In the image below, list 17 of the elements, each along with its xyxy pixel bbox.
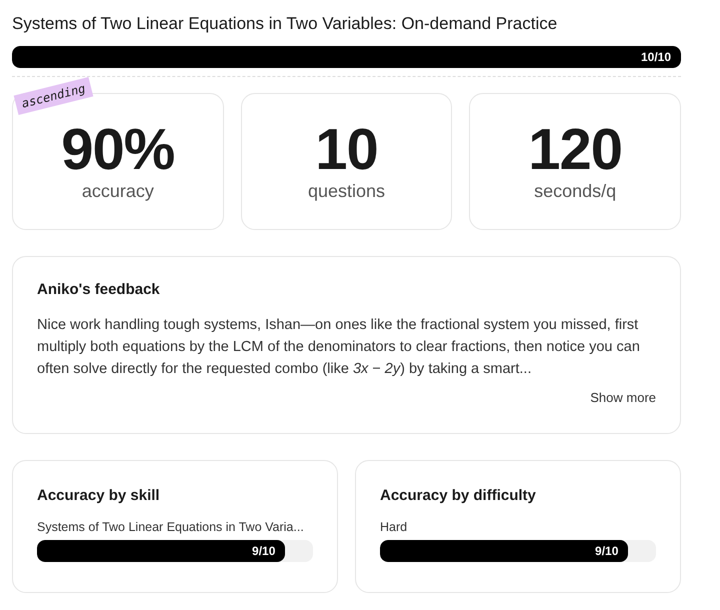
stat-label: seconds/q bbox=[534, 181, 616, 202]
breakdown-title: Accuracy by difficulty bbox=[380, 487, 537, 504]
breakdown-label: Hard bbox=[380, 520, 408, 534]
stat-label: questions bbox=[308, 181, 386, 202]
progress-count: 10/10 bbox=[640, 50, 672, 64]
progress-count: 9/10 bbox=[595, 544, 620, 558]
stat-value: 10 bbox=[315, 121, 378, 179]
breakdown-label: Systems of Two Linear Equations in Two Varia... bbox=[37, 520, 305, 534]
page-title: Systems of Two Linear Equations in Two Variables: On-demand Practice bbox=[12, 14, 558, 34]
stat-value: 90% bbox=[61, 121, 174, 179]
breakdown-title: Accuracy by skill bbox=[37, 487, 161, 504]
stat-value: 120 bbox=[528, 121, 622, 179]
feedback-text: Nice work handling tough systems, Ishan—on ones like the fractional system you missed, first multiply both equations by the LCM of the denominators to clear fractions, then notice you can often solve directly for the requested combo (like 3x − 2y) by taking a smart... bbox=[37, 316, 641, 379]
progress-count: 9/10 bbox=[252, 544, 276, 558]
stat-label: accuracy bbox=[82, 181, 154, 202]
show-more-button[interactable]: Show more bbox=[590, 386, 656, 409]
feedback-title: Aniko's feedback bbox=[37, 281, 161, 298]
